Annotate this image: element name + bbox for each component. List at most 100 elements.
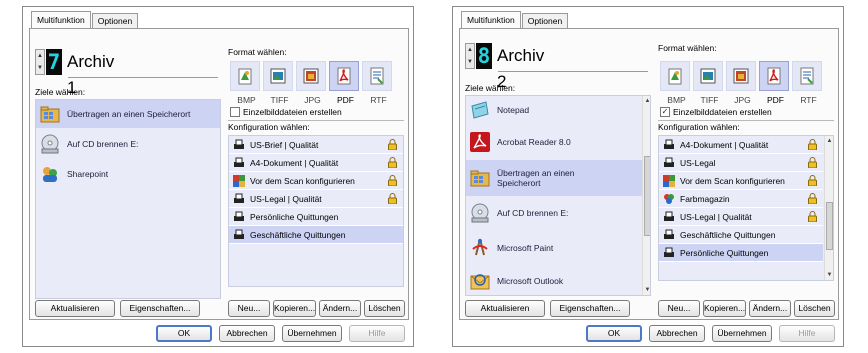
- table-row[interactable]: US-Legal: [659, 154, 823, 172]
- scroll-up-icon[interactable]: ▲: [825, 138, 833, 144]
- table-row[interactable]: Farbmagazin: [659, 190, 823, 208]
- apply-button[interactable]: Übernehmen: [712, 325, 772, 342]
- scroll-thumb[interactable]: [644, 156, 650, 236]
- config-scrollbar[interactable]: ▲ ▼: [824, 136, 833, 280]
- config-label-text: A4-Dokument | Qualität: [680, 139, 769, 150]
- scroll-up-icon[interactable]: ▲: [643, 98, 650, 104]
- destinations-scrollbar[interactable]: ▲ ▼: [642, 96, 650, 295]
- list-item[interactable]: Microsoft Paint: [466, 230, 642, 266]
- delete-button[interactable]: Löschen: [794, 300, 835, 317]
- config-list[interactable]: US-Brief | Qualität A4-Dokument | Qualit…: [228, 135, 404, 287]
- checkbox-box[interactable]: ✓: [660, 107, 670, 117]
- color-icon: [664, 193, 674, 204]
- help-button[interactable]: Hilfe: [349, 325, 405, 342]
- destination-label: Auf CD brennen E:: [67, 139, 139, 149]
- config-label: Konfiguration wählen:: [228, 122, 310, 132]
- table-row[interactable]: Vor dem Scan konfigurieren: [659, 172, 823, 190]
- scanner-icon: [234, 193, 244, 203]
- tab-multifunktion[interactable]: Multifunktion: [31, 11, 91, 28]
- help-button[interactable]: Hilfe: [779, 325, 835, 342]
- single-files-checkbox[interactable]: ✓ Einzelbilddateien erstellen: [660, 107, 772, 117]
- table-row[interactable]: Geschäftliche Quittungen: [659, 226, 823, 244]
- destination-label: Microsoft Outlook: [497, 276, 564, 286]
- scanner-icon: [664, 247, 674, 257]
- cancel-button[interactable]: Abbrechen: [649, 325, 705, 342]
- format-label-jpg: JPG: [734, 95, 751, 105]
- list-item[interactable]: Übertragen an einen Speicherort: [36, 100, 220, 128]
- ok-button[interactable]: OK: [156, 325, 212, 342]
- destinations-list[interactable]: Übertragen an einen Speicherort Auf CD b…: [35, 99, 221, 299]
- cd-drive-icon: [469, 202, 491, 224]
- table-row[interactable]: US-Legal | Qualität: [659, 208, 823, 226]
- destinations-label: Ziele wählen:: [35, 87, 86, 97]
- scroll-down-icon[interactable]: ▼: [825, 272, 833, 278]
- list-item[interactable]: Acrobat Reader 8.0: [466, 124, 642, 160]
- rtf-icon[interactable]: [792, 61, 822, 91]
- list-item[interactable]: Übertragen an einen Speicherort: [466, 160, 642, 196]
- archive-spinner[interactable]: ▲ ▼: [465, 43, 475, 69]
- pdf-icon[interactable]: [759, 61, 789, 91]
- single-files-checkbox[interactable]: Einzelbilddateien erstellen: [230, 107, 342, 117]
- checkbox-box[interactable]: [230, 107, 240, 117]
- folder-icon: [39, 103, 61, 125]
- tiff-icon[interactable]: [263, 61, 293, 91]
- lock-icon: [808, 175, 817, 186]
- refresh-button[interactable]: Aktualisieren: [465, 300, 545, 317]
- refresh-button[interactable]: Aktualisieren: [35, 300, 115, 317]
- cancel-button[interactable]: Abbrechen: [219, 325, 275, 342]
- delete-button[interactable]: Löschen: [364, 300, 405, 317]
- table-row[interactable]: US-Legal | Qualität: [229, 190, 403, 208]
- bmp-icon[interactable]: [660, 61, 690, 91]
- rtf-icon[interactable]: [362, 61, 392, 91]
- jpg-icon[interactable]: [726, 61, 756, 91]
- scanner-icon: [234, 139, 244, 149]
- properties-button[interactable]: Eigenschaften...: [550, 300, 630, 317]
- archive-spinner[interactable]: ▲ ▼: [35, 49, 45, 75]
- table-row[interactable]: Persönliche Quittungen: [659, 244, 823, 262]
- ok-button[interactable]: OK: [586, 325, 642, 342]
- table-row[interactable]: Vor dem Scan konfigurieren: [229, 172, 403, 190]
- bmp-icon[interactable]: [230, 61, 260, 91]
- spin-down-icon[interactable]: ▼: [466, 56, 474, 68]
- archive-number-display: 7: [46, 49, 62, 75]
- tab-multifunktion[interactable]: Multifunktion: [461, 11, 521, 28]
- list-item[interactable]: Sharepoint: [36, 160, 220, 188]
- table-row[interactable]: A4-Dokument | Qualität: [229, 154, 403, 172]
- destination-label: Notepad: [497, 105, 530, 115]
- tab-optionen[interactable]: Optionen: [521, 13, 569, 28]
- scanner-icon: [664, 139, 674, 149]
- spin-up-icon[interactable]: ▲: [36, 50, 44, 62]
- config-label-text: Geschäftliche Quittungen: [680, 229, 776, 240]
- config-list[interactable]: A4-Dokument | Qualität US-Legal Vor dem …: [658, 135, 834, 281]
- table-row[interactable]: Geschäftliche Quittungen: [229, 226, 403, 244]
- destinations-list[interactable]: Notepad Acrobat Reader 8.0 Übertragen an…: [465, 95, 651, 296]
- list-item[interactable]: Notepad: [466, 96, 642, 124]
- list-item[interactable]: Microsoft Outlook: [466, 266, 642, 295]
- scroll-thumb[interactable]: [826, 202, 833, 250]
- scroll-down-icon[interactable]: ▼: [643, 287, 650, 293]
- copy-button[interactable]: Kopieren...: [273, 300, 316, 317]
- lock-icon: [808, 157, 817, 168]
- table-row[interactable]: Persönliche Quittungen: [229, 208, 403, 226]
- lock-icon: [808, 193, 817, 204]
- table-row[interactable]: US-Brief | Qualität: [229, 136, 403, 154]
- new-button[interactable]: Neu...: [658, 300, 700, 317]
- edit-button[interactable]: Ändern...: [319, 300, 361, 317]
- destination-label: Übertragen an einen Speicherort: [67, 109, 191, 119]
- edit-button[interactable]: Ändern...: [749, 300, 791, 317]
- config-label-text: Geschäftliche Quittungen: [250, 229, 346, 240]
- copy-button[interactable]: Kopieren...: [703, 300, 746, 317]
- spin-down-icon[interactable]: ▼: [36, 62, 44, 74]
- list-item[interactable]: Auf CD brennen E:: [36, 128, 220, 160]
- tiff-icon[interactable]: [693, 61, 723, 91]
- spin-up-icon[interactable]: ▲: [466, 44, 474, 56]
- apply-button[interactable]: Übernehmen: [282, 325, 342, 342]
- table-row[interactable]: A4-Dokument | Qualität: [659, 136, 823, 154]
- jpg-icon[interactable]: [296, 61, 326, 91]
- single-files-label: Einzelbilddateien erstellen: [243, 107, 342, 117]
- pdf-icon[interactable]: [329, 61, 359, 91]
- tab-optionen[interactable]: Optionen: [91, 13, 139, 28]
- list-item[interactable]: Auf CD brennen E:: [466, 196, 642, 230]
- new-button[interactable]: Neu...: [228, 300, 270, 317]
- properties-button[interactable]: Eigenschaften...: [120, 300, 200, 317]
